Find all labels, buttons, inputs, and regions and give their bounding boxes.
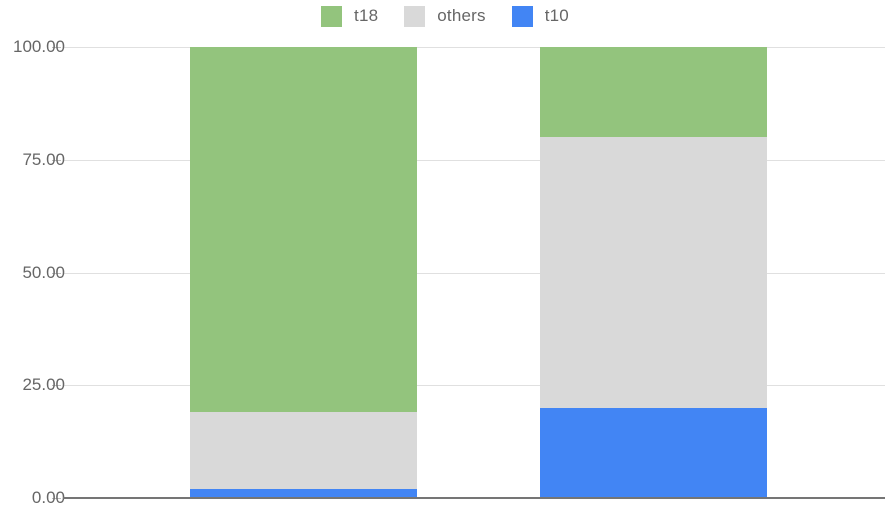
y-axis-label-75: 75.00 xyxy=(22,149,65,169)
bar-segment-Q2-t10[interactable] xyxy=(540,407,767,498)
stacked-bar-chart: t18 others t10 100.00 75.00 50.00 25.00 … xyxy=(0,0,890,528)
legend-label-t18: t18 xyxy=(354,6,379,25)
legend-label-others: others xyxy=(437,6,486,25)
legend-item-t10[interactable]: t10 xyxy=(511,5,569,27)
y-axis-label-100: 100.00 xyxy=(13,37,65,56)
plot-area: 100.00 75.00 50.00 25.00 0.00 Q1 Q2 xyxy=(13,37,885,507)
bar-segment-Q2-t18[interactable] xyxy=(540,47,767,138)
bar-segment-Q1-t18[interactable] xyxy=(190,47,417,413)
bar-Q1[interactable] xyxy=(190,47,417,498)
bar-segment-Q2-others[interactable] xyxy=(540,137,767,408)
legend-swatch-t18 xyxy=(321,5,343,27)
legend-label-t10: t10 xyxy=(544,6,569,25)
y-axis-label-0: 0.00 xyxy=(31,488,65,507)
y-axis-label-50: 50.00 xyxy=(22,262,65,282)
bar-Q2[interactable] xyxy=(540,47,767,498)
x-axis-line xyxy=(63,497,885,499)
legend-item-others[interactable]: others xyxy=(404,5,486,27)
legend-swatch-t10 xyxy=(511,5,533,27)
legend-item-t18[interactable]: t18 xyxy=(321,5,379,27)
y-axis-label-25: 25.00 xyxy=(22,375,65,395)
chart-legend: t18 others t10 xyxy=(0,0,890,32)
bar-segment-Q1-others[interactable] xyxy=(190,412,417,489)
legend-swatch-others xyxy=(404,5,426,27)
